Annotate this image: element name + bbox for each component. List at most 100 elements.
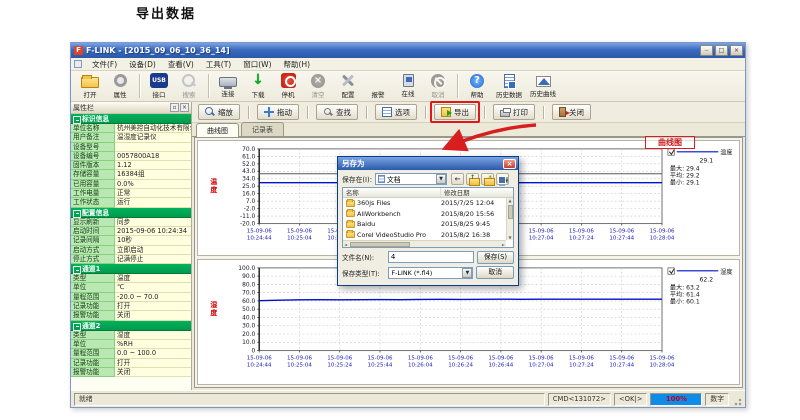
property-row[interactable]: 设备型号 — [71, 143, 191, 152]
save-in-combobox[interactable]: 文档 ▼ — [375, 173, 447, 185]
svg-text:10:26:04: 10:26:04 — [408, 362, 433, 368]
column-name[interactable]: 名称 — [343, 188, 441, 197]
toolbar-button-报警[interactable]: 报警 — [363, 73, 393, 99]
property-row[interactable]: 启动时间2015-09-06 10:24:34 — [71, 227, 191, 236]
property-section-header[interactable]: 标识信息 — [71, 114, 191, 124]
chart-toolbar-button-查找[interactable]: 查找 — [316, 104, 358, 120]
tab-curve-chart[interactable]: 曲线图 — [196, 123, 239, 137]
filetype-dropdown-icon[interactable]: ▼ — [462, 268, 472, 278]
filename-input[interactable] — [388, 251, 474, 263]
chart-toolbar-button-缩放[interactable]: 缩放 — [198, 104, 240, 120]
property-label: 停止方式 — [71, 255, 115, 264]
property-row[interactable]: 用户备注温湿度记录仪 — [71, 133, 191, 142]
maximize-icon[interactable] — [715, 45, 728, 56]
window-titlebar[interactable]: F-LINK - [2015_09_06_10_36_14] — [71, 43, 745, 58]
menu-item-2[interactable]: 查看(V) — [162, 59, 200, 70]
property-row[interactable]: 记录功能打开 — [71, 302, 191, 311]
toolbar-button-配置[interactable]: 配置 — [333, 73, 363, 99]
toolbar-button-接口[interactable]: 接口 — [144, 73, 174, 99]
menu-item-1[interactable]: 设备(D) — [123, 59, 162, 70]
dialog-titlebar[interactable]: 另存为 × — [338, 157, 518, 170]
property-label: 固件版本 — [71, 161, 115, 170]
svg-text:10:25:44: 10:25:44 — [368, 362, 393, 368]
save-button[interactable]: 保存(S) — [477, 251, 514, 264]
property-row[interactable]: 量程范围-20.0 ~ 70.0 — [71, 293, 191, 302]
property-row[interactable]: 设备编号0057800A18 — [71, 152, 191, 161]
property-row[interactable]: 单位名称杭州美控自动化技术有限公司 — [71, 124, 191, 133]
property-section-header[interactable]: 通道2 — [71, 321, 191, 331]
property-row[interactable]: 存储容量16384组 — [71, 170, 191, 179]
property-row[interactable]: 记录功能打开 — [71, 359, 191, 368]
property-row[interactable]: 显示刷新同步 — [71, 218, 191, 227]
toolbar-button-连接[interactable]: 连接 — [213, 75, 243, 98]
panel-close-icon[interactable] — [180, 103, 189, 112]
minimize-icon[interactable] — [700, 45, 713, 56]
svg-text:62.2: 62.2 — [700, 277, 714, 284]
menu-item-5[interactable]: 帮助(H) — [278, 59, 317, 70]
svg-text:7.0: 7.0 — [246, 199, 256, 205]
filetype-combobox[interactable]: F-LINK (*.fl4) ▼ — [388, 267, 473, 279]
property-row[interactable]: 记录间隔10秒 — [71, 236, 191, 245]
svg-text:25.0: 25.0 — [242, 184, 255, 190]
combo-dropdown-icon[interactable]: ▼ — [436, 174, 446, 184]
filetype-label: 保存类型(T): — [342, 268, 385, 278]
toolbar-button-历史数据[interactable]: 历史数据 — [492, 74, 526, 99]
toolbar-button-历史曲线[interactable]: 历史曲线 — [526, 74, 560, 98]
property-label: 工作电量 — [71, 189, 115, 198]
resize-grip[interactable] — [732, 393, 742, 406]
file-list-item[interactable]: AliWorkbench2015/8/20 15:56 — [343, 209, 506, 220]
property-row[interactable]: 工作状态运行 — [71, 198, 191, 207]
chart-toolbar-button-拖动[interactable]: 拖动 — [257, 104, 299, 120]
property-row[interactable]: 固件版本1.12 — [71, 161, 191, 170]
chart-legend: 湿度62.2最大: 63.2平均: 61.4最小: 60.1 — [668, 268, 733, 306]
property-row[interactable]: 停止方式记满停止 — [71, 255, 191, 264]
property-row[interactable]: 类型温度 — [71, 274, 191, 283]
help-icon — [470, 74, 484, 88]
new-folder-icon[interactable] — [481, 173, 494, 185]
filetype-row: 保存类型(T): F-LINK (*.fl4) ▼ 取消 — [338, 264, 518, 280]
chart-toolbar-button-导出[interactable]: 导出 — [434, 104, 476, 120]
up-one-level-icon[interactable] — [466, 173, 479, 185]
views-menu-icon[interactable] — [496, 173, 509, 185]
property-section-header[interactable]: 配置信息 — [71, 208, 191, 218]
vertical-scrollbar[interactable] — [506, 198, 513, 240]
chart-toolbar-button-关闭[interactable]: 关闭 — [552, 104, 591, 120]
file-list-item[interactable]: 360js Files2015/7/25 12:04 — [343, 198, 506, 209]
property-row[interactable]: 量程范围0.0 ~ 100.0 — [71, 349, 191, 358]
property-row[interactable]: 报警功能关闭 — [71, 311, 191, 320]
toolbar-button-停机[interactable]: 停机 — [273, 73, 303, 99]
tab-record-table[interactable]: 记录表 — [241, 122, 284, 136]
filetype-value: F-LINK (*.fl4) — [391, 269, 462, 277]
chart-toolbar-button-选项[interactable]: 选项 — [375, 104, 417, 120]
dialog-close-icon[interactable]: × — [503, 159, 516, 169]
toolbar-button-下载[interactable]: 下载 — [243, 73, 273, 99]
horizontal-scroll-thumb[interactable] — [350, 242, 410, 247]
close-icon[interactable] — [730, 45, 743, 56]
toolbar-button-帮助[interactable]: 帮助 — [462, 74, 492, 99]
property-row[interactable]: 已用容量0.0% — [71, 180, 191, 189]
pin-icon[interactable] — [170, 103, 179, 112]
property-section-header[interactable]: 通道1 — [71, 264, 191, 274]
property-row[interactable]: 报警功能关闭 — [71, 368, 191, 377]
property-row[interactable]: 工作电量正常 — [71, 189, 191, 198]
property-row[interactable]: 启动方式立即启动 — [71, 246, 191, 255]
menu-item-4[interactable]: 窗口(W) — [237, 59, 277, 70]
toolbar-button-打开[interactable]: 打开 — [75, 74, 105, 99]
property-row[interactable]: 单位℃ — [71, 283, 191, 292]
property-row[interactable]: 单位%RH — [71, 340, 191, 349]
property-value: 0.0% — [115, 180, 191, 189]
toolbar-button-在线[interactable]: 在线 — [393, 74, 423, 98]
horizontal-scrollbar[interactable] — [343, 240, 506, 247]
property-value — [115, 143, 191, 152]
menu-item-0[interactable]: 文件(F) — [86, 59, 123, 70]
menu-item-3[interactable]: 工具(T) — [200, 59, 237, 70]
column-date-modified[interactable]: 修改日期 — [441, 188, 513, 197]
chart-toolbar-button-打印[interactable]: 打印 — [493, 104, 535, 120]
file-list-item[interactable]: Baidu2015/8/25 9:45 — [343, 219, 506, 230]
cancel-button[interactable]: 取消 — [476, 266, 514, 279]
file-list-item[interactable]: Corel VideoStudio Pro2015/8/2 16:38 — [343, 230, 506, 241]
vertical-scroll-thumb[interactable] — [508, 205, 513, 219]
back-icon[interactable] — [451, 173, 464, 185]
property-row[interactable]: 类型湿度 — [71, 331, 191, 340]
toolbar-button-属性[interactable]: 属性 — [105, 73, 135, 99]
